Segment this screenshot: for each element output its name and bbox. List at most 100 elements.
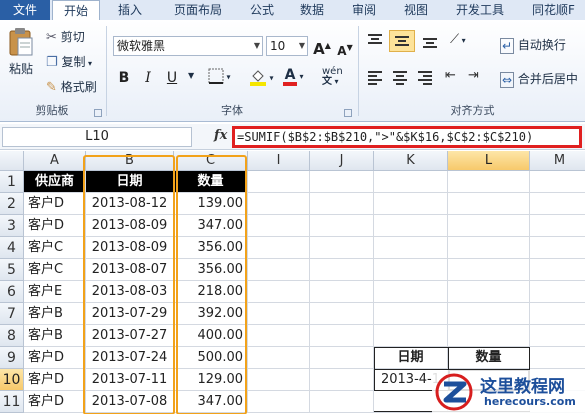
decrease-indent-button[interactable]: ⇤: [445, 68, 456, 83]
cell-supplier[interactable]: 客户E: [24, 281, 86, 303]
grid-cell[interactable]: [530, 281, 585, 303]
cell-qty[interactable]: 218.00: [174, 281, 248, 303]
format-painter-button[interactable]: ✎ 格式刷: [46, 78, 97, 95]
phonetic-button[interactable]: wén 文 ▾: [322, 67, 343, 87]
cell-qty[interactable]: 356.00: [174, 259, 248, 281]
row-header-5[interactable]: 5: [0, 259, 24, 281]
grid-cell[interactable]: [310, 281, 374, 303]
merge-center-button[interactable]: ⇔ 合并后居中: [500, 70, 578, 88]
tab-view[interactable]: 视图: [396, 0, 436, 20]
grid-cell[interactable]: [248, 391, 310, 413]
grid-cell[interactable]: [530, 215, 585, 237]
cell-supplier[interactable]: 客户D: [24, 193, 86, 215]
grid-cell[interactable]: [448, 303, 530, 325]
grid-cell[interactable]: [248, 303, 310, 325]
cell-supplier[interactable]: 客户D: [24, 347, 86, 369]
cell-date[interactable]: 2013-08-09: [86, 237, 174, 259]
italic-button[interactable]: I: [137, 68, 159, 88]
name-box[interactable]: L10: [2, 127, 192, 147]
grid-cell[interactable]: [374, 215, 448, 237]
column-header-a[interactable]: A: [24, 151, 86, 171]
cell-qty[interactable]: 139.00: [174, 193, 248, 215]
grid-cell[interactable]: [310, 391, 374, 413]
row-header-1[interactable]: 1: [0, 171, 24, 193]
grid-cell[interactable]: [530, 171, 585, 193]
grid-cell[interactable]: [448, 259, 530, 281]
grid-cell[interactable]: [248, 259, 310, 281]
cell-supplier[interactable]: 客户C: [24, 259, 86, 281]
cell-qty[interactable]: 129.00: [174, 369, 248, 391]
align-center-button[interactable]: [391, 68, 409, 86]
grid-cell[interactable]: [310, 325, 374, 347]
grid-cell[interactable]: [448, 215, 530, 237]
grid-cell[interactable]: [248, 215, 310, 237]
tab-home[interactable]: 开始: [52, 0, 100, 21]
fx-icon[interactable]: fx: [214, 128, 227, 143]
copy-button[interactable]: ❐ 复制 ▾: [46, 53, 92, 70]
cell-qty[interactable]: 356.00: [174, 237, 248, 259]
row-header-8[interactable]: 8: [0, 325, 24, 347]
select-all-corner[interactable]: [0, 151, 24, 171]
grid-cell[interactable]: [530, 303, 585, 325]
cell-supplier[interactable]: 客户D: [24, 215, 86, 237]
grid-cell[interactable]: [448, 237, 530, 259]
grid-cell[interactable]: [310, 347, 374, 369]
grid-cell[interactable]: [248, 325, 310, 347]
grid-cell[interactable]: [248, 171, 310, 193]
row-header-4[interactable]: 4: [0, 237, 24, 259]
grid-cell[interactable]: [530, 193, 585, 215]
cell-qty[interactable]: 347.00: [174, 215, 248, 237]
cell-date[interactable]: 2013-08-09: [86, 215, 174, 237]
row-header-10[interactable]: 10: [0, 369, 24, 391]
tab-review[interactable]: 审阅: [344, 0, 384, 20]
grid-cell[interactable]: [248, 281, 310, 303]
column-header-b[interactable]: B: [86, 151, 174, 171]
row-header-2[interactable]: 2: [0, 193, 24, 215]
grid-cell[interactable]: [374, 325, 448, 347]
tab-data[interactable]: 数据: [292, 0, 332, 20]
align-left-button[interactable]: [366, 68, 384, 86]
column-header-c[interactable]: C: [174, 151, 248, 171]
paste-button[interactable]: 粘贴: [4, 26, 38, 86]
cell-date[interactable]: 2013-07-29: [86, 303, 174, 325]
wrap-text-button[interactable]: ↵ 自动换行: [500, 36, 566, 54]
grid-cell[interactable]: [374, 237, 448, 259]
underline-dropdown[interactable]: ▼: [188, 71, 194, 80]
cell-supplier[interactable]: 客户D: [24, 391, 86, 413]
underline-button[interactable]: U: [161, 68, 183, 88]
grid-cell[interactable]: [448, 281, 530, 303]
column-header-k[interactable]: K: [374, 151, 448, 171]
tab-insert[interactable]: 插入: [110, 0, 150, 20]
grid-cell[interactable]: [448, 193, 530, 215]
cell-date[interactable]: 2013-07-08: [86, 391, 174, 413]
tab-page-layout[interactable]: 页面布局: [162, 0, 234, 20]
tab-file[interactable]: 文件: [0, 0, 50, 20]
grid-cell[interactable]: [310, 259, 374, 281]
grid-cell[interactable]: [448, 325, 530, 347]
cell-date[interactable]: 2013-07-24: [86, 347, 174, 369]
grow-font-button[interactable]: A▲: [311, 36, 333, 58]
grid-cell[interactable]: [530, 325, 585, 347]
grid-cell[interactable]: [310, 171, 374, 193]
bold-button[interactable]: B: [113, 68, 135, 88]
grid-cell[interactable]: [310, 303, 374, 325]
grid-cell[interactable]: [374, 193, 448, 215]
tab-developer[interactable]: 开发工具: [448, 0, 512, 20]
align-middle-button[interactable]: [389, 30, 415, 52]
grid-cell[interactable]: [248, 193, 310, 215]
grid-cell[interactable]: [530, 259, 585, 281]
orientation-button[interactable]: ⟋ ▾: [450, 32, 466, 47]
grid-cell[interactable]: [310, 237, 374, 259]
grid-cell[interactable]: [248, 369, 310, 391]
grid-cell[interactable]: [248, 347, 310, 369]
font-size-select[interactable]: 10 ▼: [266, 36, 308, 56]
row-header-7[interactable]: 7: [0, 303, 24, 325]
cell-date[interactable]: 2013-08-12: [86, 193, 174, 215]
row-header-11[interactable]: 11: [0, 391, 24, 413]
row-header-9[interactable]: 9: [0, 347, 24, 369]
clipboard-launcher[interactable]: [94, 109, 102, 117]
shrink-font-button[interactable]: A▼: [334, 38, 356, 58]
grid-cell[interactable]: [530, 237, 585, 259]
align-top-button[interactable]: [366, 32, 384, 50]
cell-qty[interactable]: 400.00: [174, 325, 248, 347]
